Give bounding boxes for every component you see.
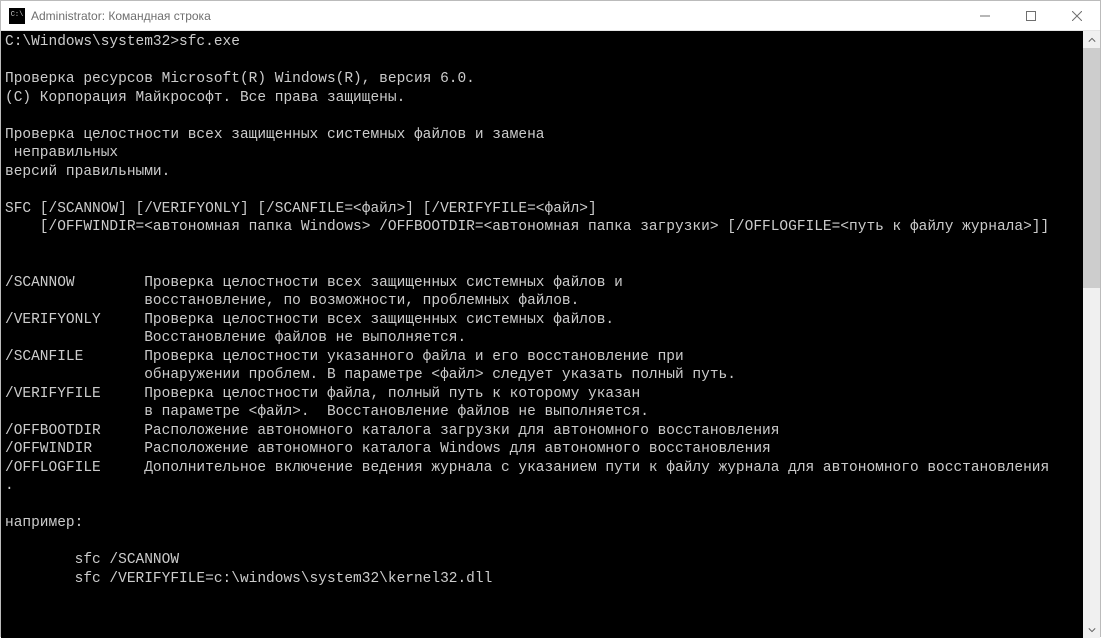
cmd-icon: [9, 8, 25, 24]
maximize-icon: [1026, 11, 1036, 21]
window-title: Administrator: Командная строка: [31, 9, 962, 23]
maximize-button[interactable]: [1008, 1, 1054, 30]
terminal-output[interactable]: C:\Windows\system32>sfc.exe Проверка рес…: [1, 31, 1083, 638]
chevron-up-icon: [1088, 36, 1096, 44]
terminal-area: C:\Windows\system32>sfc.exe Проверка рес…: [1, 31, 1100, 638]
scroll-down-button[interactable]: [1083, 621, 1100, 638]
minimize-icon: [980, 11, 990, 21]
scrollbar[interactable]: [1083, 31, 1100, 638]
scrollbar-track[interactable]: [1083, 48, 1100, 621]
close-icon: [1072, 11, 1082, 21]
scroll-up-button[interactable]: [1083, 31, 1100, 48]
minimize-button[interactable]: [962, 1, 1008, 30]
chevron-down-icon: [1088, 626, 1096, 634]
scrollbar-thumb[interactable]: [1083, 48, 1100, 288]
titlebar[interactable]: Administrator: Командная строка: [1, 1, 1100, 31]
window-controls: [962, 1, 1100, 30]
close-button[interactable]: [1054, 1, 1100, 30]
